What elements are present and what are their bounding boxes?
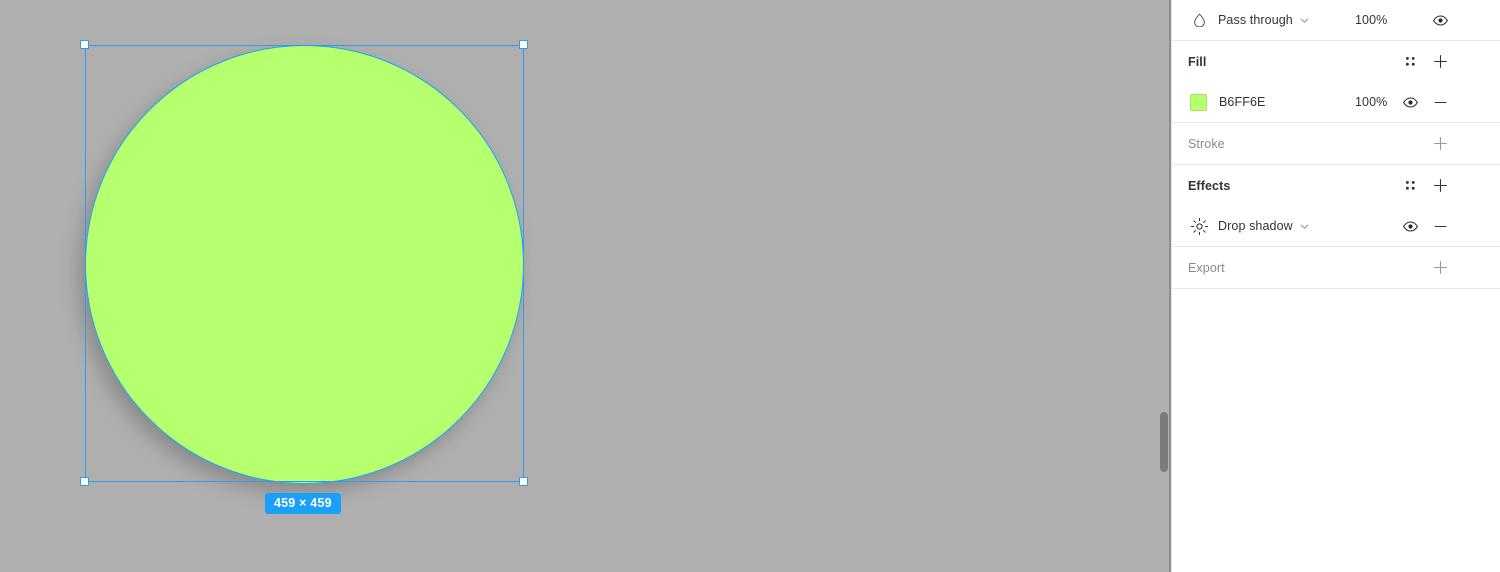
fill-section-title: Fill [1188, 54, 1207, 69]
fill-remove-minus-icon[interactable] [1427, 89, 1453, 115]
effects-section-title: Effects [1188, 178, 1231, 193]
effects-section: Effects Drop shadow [1172, 165, 1500, 247]
design-tool-window: 459 × 459 Pass through 100% Fill B6FF6E … [0, 0, 1500, 572]
resize-handle-bottom-right[interactable] [519, 477, 528, 486]
effects-add-plus-icon[interactable] [1427, 173, 1453, 199]
resize-handle-top-right[interactable] [519, 40, 528, 49]
selection-dimensions-badge: 459 × 459 [265, 493, 341, 514]
blend-mode-row: Pass through 100% [1172, 0, 1500, 40]
effect-visibility-eye-icon[interactable] [1397, 213, 1423, 239]
resize-handle-top-left[interactable] [80, 40, 89, 49]
fill-opacity-value[interactable]: 100% [1355, 95, 1387, 109]
stroke-section: Stroke [1172, 123, 1500, 165]
drop-shadow-icon [1188, 215, 1210, 237]
effect-chevron-down-icon[interactable] [1299, 221, 1310, 232]
chevron-down-icon[interactable] [1299, 15, 1310, 26]
fill-section: Fill B6FF6E 100% [1172, 41, 1500, 123]
fill-add-plus-icon[interactable] [1427, 49, 1453, 75]
effect-remove-minus-icon[interactable] [1427, 213, 1453, 239]
export-section-title: Export [1188, 260, 1225, 275]
canvas-scrollbar-thumb[interactable] [1160, 412, 1168, 472]
blend-mode-label[interactable]: Pass through [1218, 13, 1293, 27]
stroke-section-title: Stroke [1188, 136, 1225, 151]
fill-hex-value[interactable]: B6FF6E [1219, 95, 1265, 109]
effects-style-grid-icon[interactable] [1397, 173, 1423, 199]
effects-header-row: Effects [1172, 165, 1500, 206]
design-canvas[interactable]: 459 × 459 [0, 0, 1171, 572]
resize-handle-bottom-left[interactable] [80, 477, 89, 486]
blend-mode-icon [1188, 9, 1210, 31]
stroke-add-plus-icon[interactable] [1427, 131, 1453, 157]
ellipse-shape[interactable] [85, 45, 524, 484]
blend-visibility-eye-icon[interactable] [1427, 7, 1453, 33]
blend-section: Pass through 100% [1172, 0, 1500, 41]
blend-opacity-value[interactable]: 100% [1355, 13, 1387, 27]
export-section: Export [1172, 247, 1500, 289]
fill-item-row: B6FF6E 100% [1172, 82, 1500, 122]
export-header-row: Export [1172, 247, 1500, 288]
fill-visibility-eye-icon[interactable] [1397, 89, 1423, 115]
effect-item-row: Drop shadow [1172, 206, 1500, 246]
fill-color-swatch[interactable] [1190, 93, 1207, 111]
properties-panel: Pass through 100% Fill B6FF6E 100% Strok… [1171, 0, 1500, 572]
stroke-header-row: Stroke [1172, 123, 1500, 164]
export-add-plus-icon[interactable] [1427, 255, 1453, 281]
fill-style-grid-icon[interactable] [1397, 49, 1423, 75]
effect-type-label[interactable]: Drop shadow [1218, 219, 1293, 233]
fill-header-row: Fill [1172, 41, 1500, 82]
